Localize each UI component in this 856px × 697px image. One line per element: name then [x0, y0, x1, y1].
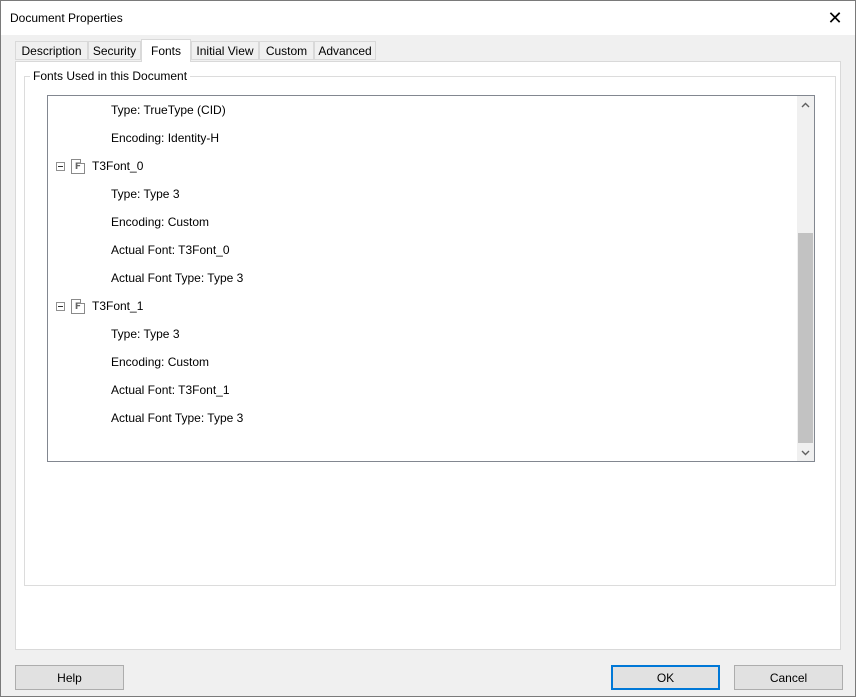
tab-security[interactable]: Security — [88, 41, 141, 60]
tree-item-type: Type: Type 3 — [111, 187, 180, 201]
tree-item-type: Type: Type 3 — [111, 327, 180, 341]
scroll-down-button[interactable] — [797, 444, 814, 461]
tree-item-actual-font-type: Actual Font Type: Type 3 — [111, 271, 244, 285]
tree-item-encoding: Encoding: Custom — [111, 355, 210, 369]
close-icon: ✕ — [827, 7, 843, 28]
tab-label: Fonts — [150, 44, 181, 58]
font-file-icon: F — [71, 159, 85, 174]
tab-label: Security — [92, 43, 137, 58]
tab-label: Initial View — [196, 43, 254, 58]
chevron-down-icon — [801, 450, 810, 455]
tree-item-actual-font: Actual Font: T3Font_0 — [111, 243, 230, 257]
tree-item-encoding: Encoding: Custom — [111, 215, 210, 229]
tab-advanced[interactable]: Advanced — [314, 41, 376, 60]
vertical-scrollbar[interactable] — [797, 96, 814, 461]
tree-item-actual-font: Actual Font: T3Font_1 — [111, 383, 230, 397]
document-properties-dialog: Document Properties ✕ Description Securi… — [0, 0, 856, 697]
help-button-label: Help — [57, 670, 82, 685]
tree-item-font[interactable]: T3Font_1 — [92, 297, 143, 315]
tree-item-font[interactable]: T3Font_0 — [92, 157, 143, 175]
title-bar: Document Properties ✕ — [1, 1, 855, 35]
tree-item-type: Type: TrueType (CID) — [111, 103, 226, 117]
cancel-button-label: Cancel — [769, 670, 808, 685]
tab-label: Advanced — [318, 43, 372, 58]
tab-label: Description — [21, 43, 82, 58]
help-button[interactable]: Help — [15, 665, 124, 690]
tree-item-encoding: Encoding: Identity-H — [111, 131, 220, 145]
chevron-up-icon — [801, 102, 810, 107]
scroll-up-button[interactable] — [797, 96, 814, 113]
fonts-tree[interactable]: Type: TrueType (CID) Encoding: Identity-… — [47, 95, 815, 462]
fonts-group: Fonts Used in this Document Type: TrueTy… — [24, 69, 836, 586]
ok-button[interactable]: OK — [611, 665, 720, 690]
tab-label: Custom — [265, 43, 308, 58]
collapse-icon[interactable] — [56, 162, 65, 171]
tab-fonts[interactable]: Fonts — [141, 39, 191, 62]
dialog-title: Document Properties — [10, 11, 123, 25]
cancel-button[interactable]: Cancel — [734, 665, 843, 690]
group-label: Fonts Used in this Document — [30, 69, 191, 83]
tab-description[interactable]: Description — [15, 41, 88, 60]
close-button[interactable]: ✕ — [815, 1, 855, 35]
ok-button-label: OK — [656, 670, 675, 685]
tree-item-actual-font-type: Actual Font Type: Type 3 — [111, 411, 244, 425]
tab-initial-view[interactable]: Initial View — [191, 41, 259, 60]
font-file-icon: F — [71, 299, 85, 314]
fonts-tab-page: Fonts Used in this Document Type: TrueTy… — [15, 61, 841, 650]
tab-custom[interactable]: Custom — [259, 41, 314, 60]
collapse-icon[interactable] — [56, 302, 65, 311]
scroll-thumb[interactable] — [798, 233, 813, 443]
